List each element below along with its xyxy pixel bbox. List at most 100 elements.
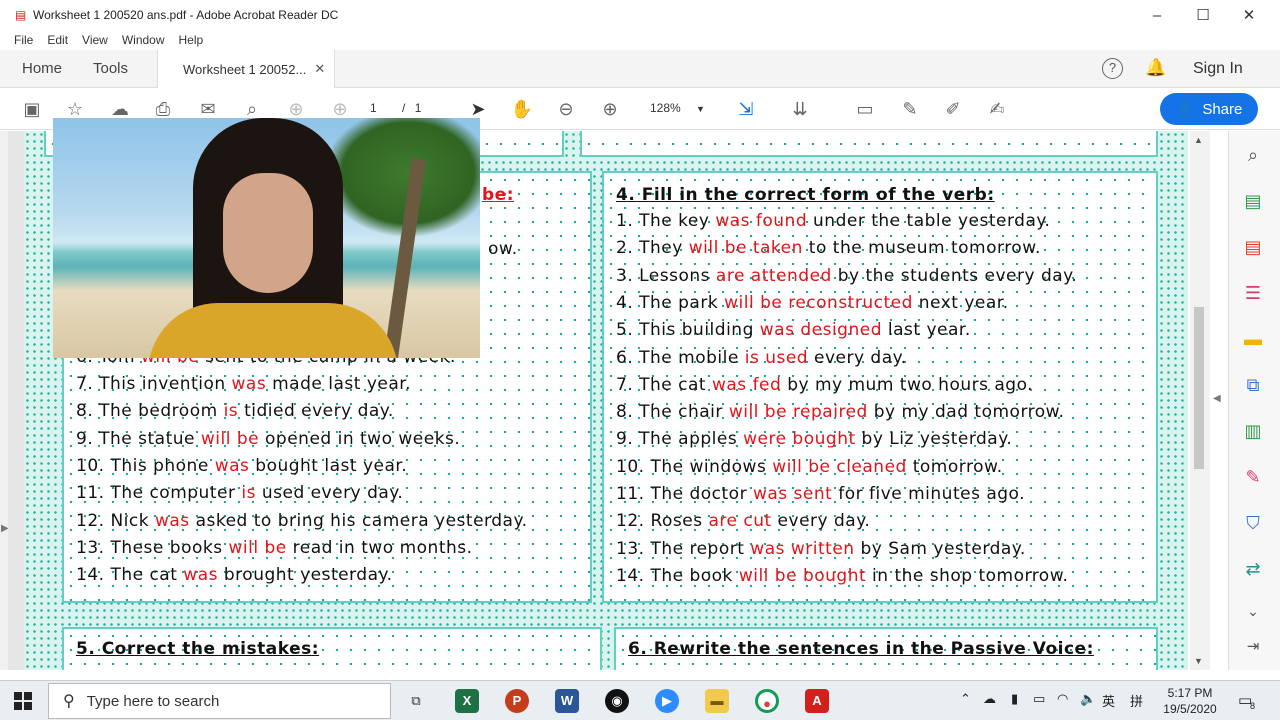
page-indicator[interactable]: 1 / 1 <box>370 101 421 115</box>
zoom-select[interactable]: 128% ▼ <box>650 101 705 115</box>
comment-tool-icon[interactable]: ▬ <box>1241 327 1265 351</box>
zoom-app-icon[interactable]: ▶ <box>655 689 679 713</box>
network-icon[interactable]: ▭ <box>1033 691 1045 707</box>
sentence-text: by my dad tomorrow. <box>867 402 1065 423</box>
help-icon[interactable]: ? <box>1102 58 1123 79</box>
answer-text: will be <box>228 537 287 558</box>
sentence-text: every day. <box>771 511 871 532</box>
left-panel-gutter: ▶ <box>0 131 9 670</box>
file-explorer-icon[interactable]: ▬ <box>705 689 729 713</box>
answer-text: is used <box>744 347 809 368</box>
onedrive-cloud-icon[interactable]: ☁ <box>983 691 996 707</box>
menu-view[interactable]: View <box>82 33 108 47</box>
highlight-pen-icon[interactable]: ✎ <box>898 97 922 121</box>
exercise-4-line: 11. The doctor was sent for five minutes… <box>616 484 1025 504</box>
sentence-text: by my mum two hours ago. <box>781 374 1034 395</box>
sentence-text: 7. This invention <box>76 374 232 394</box>
share-button[interactable]: 👤 Share <box>1160 93 1258 125</box>
close-window-button[interactable]: ✕ <box>1226 0 1272 30</box>
exercise-4-line: 8. The chair will be repaired by my dad … <box>616 402 1064 422</box>
notification-bell-icon[interactable]: 🔔 <box>1145 58 1166 78</box>
comment-icon[interactable]: ▭ <box>853 97 877 121</box>
fit-page-icon[interactable]: ⇲ <box>734 97 758 121</box>
sentence-text: 4. The park <box>616 292 725 313</box>
sentence-text: 11. The computer <box>76 483 242 504</box>
exercise-3-line: 8. The bedroom is tidied every day. <box>76 401 394 421</box>
sentence-text: 6. The mobile <box>616 347 745 368</box>
wifi-icon[interactable]: ◠ <box>1057 691 1068 707</box>
task-view-icon[interactable]: ⧉ <box>404 689 428 713</box>
zoom-search-icon[interactable]: ⌕ <box>1241 143 1265 167</box>
save-icon[interactable]: ▣ <box>20 97 44 121</box>
menu-help[interactable]: Help <box>179 33 204 47</box>
hand-tool-icon[interactable]: ✋ <box>510 97 534 121</box>
tab-document[interactable]: Worksheet 1 20052... ✕ <box>157 50 335 88</box>
scroll-down-icon[interactable]: ▼ <box>1194 656 1203 666</box>
scroll-up-icon[interactable]: ▲ <box>1194 135 1203 145</box>
create-pdf-icon[interactable]: ▤ <box>1241 235 1265 259</box>
chrome-icon[interactable]: ● <box>755 689 779 713</box>
ime-mode-icon[interactable]: 拼 <box>1130 691 1143 710</box>
answer-text: are attended <box>715 265 832 286</box>
collapse-panel-icon[interactable]: ⇥ <box>1241 635 1265 659</box>
exercise-4-box: 4. Fill in the correct form of the verb:… <box>602 171 1158 603</box>
combine-files-icon[interactable]: ⧉ <box>1241 373 1265 397</box>
sentence-text: read in two months. <box>286 537 473 558</box>
volume-icon[interactable]: 🔈 <box>1080 691 1096 707</box>
ime-language-indicator[interactable]: 英 <box>1102 691 1115 710</box>
collapse-right-panel-icon[interactable]: ◀ <box>1213 393 1221 404</box>
answer-text: was fed <box>711 374 782 395</box>
send-for-review-icon[interactable]: ⇄ <box>1241 557 1265 581</box>
compress-pdf-icon[interactable]: ▥ <box>1241 419 1265 443</box>
page-current[interactable]: 1 <box>370 101 377 115</box>
zoom-in-icon[interactable]: ⊕ <box>598 97 622 121</box>
powerpoint-icon[interactable]: P <box>505 689 529 713</box>
sentence-text: by the students every day. <box>831 265 1078 286</box>
scrollbar-thumb[interactable] <box>1194 307 1204 469</box>
exercise-4-line: 4. The park will be reconstructed next y… <box>616 293 1009 313</box>
github-icon[interactable]: ◉ <box>605 689 629 713</box>
chevron-down-icon: ▼ <box>696 104 705 114</box>
scroll-mode-icon[interactable]: ⇊ <box>788 97 812 121</box>
export-pdf-icon[interactable]: ▤ <box>1241 189 1265 213</box>
answer-text: will be taken <box>688 238 803 259</box>
sign-in-link[interactable]: Sign In <box>1193 60 1243 78</box>
excel-icon[interactable]: X <box>455 689 479 713</box>
zoom-value: 128% <box>650 101 681 115</box>
minimize-button[interactable]: – <box>1134 0 1180 30</box>
tab-home[interactable]: Home <box>22 60 62 77</box>
maximize-button[interactable]: ☐ <box>1180 0 1226 30</box>
battery-icon[interactable]: ▮ <box>1011 691 1018 707</box>
tab-tools[interactable]: Tools <box>93 60 128 77</box>
sentence-text: 2. They <box>616 238 689 259</box>
sentence-text: to the museum tomorrow. <box>802 238 1041 259</box>
word-icon[interactable]: W <box>555 689 579 713</box>
draw-icon[interactable]: ✐ <box>941 97 965 121</box>
acrobat-taskbar-icon[interactable]: A <box>805 689 829 713</box>
menu-edit[interactable]: Edit <box>47 33 68 47</box>
close-tab-icon[interactable]: ✕ <box>314 61 325 77</box>
sentence-text: 1. The key <box>616 211 716 231</box>
menu-window[interactable]: Window <box>122 33 165 47</box>
answer-text: will be bought <box>738 565 867 586</box>
answer-text: was sent <box>752 484 833 504</box>
windows-start-icon[interactable] <box>14 692 32 710</box>
sentence-text: 9. The apples <box>616 429 744 450</box>
sentence-text: opened in two weeks. <box>259 428 461 449</box>
fill-sign-icon[interactable]: ✍ <box>985 97 1009 121</box>
zoom-out-icon[interactable]: ⊖ <box>554 97 578 121</box>
exercise-4-line: 9. The apples were bought by Liz yesterd… <box>616 429 1012 449</box>
exercise-4-line: 2. They will be taken to the museum tomo… <box>616 238 1041 258</box>
vertical-scrollbar[interactable]: ▲ ▼ <box>1190 131 1210 670</box>
tray-chevron-up-icon[interactable]: ⌃ <box>960 691 971 707</box>
taskbar-search-box[interactable]: ⚲ Type here to search <box>48 683 391 719</box>
fill-sign-tool-icon[interactable]: ✎ <box>1241 465 1265 489</box>
menu-file[interactable]: File <box>14 33 33 47</box>
protect-shield-icon[interactable]: ⛉ <box>1241 511 1265 535</box>
answer-text: were bought <box>743 429 856 450</box>
more-tools-chevron-icon[interactable]: ⌄ <box>1241 599 1265 623</box>
sentence-text: 8. The chair <box>616 402 729 423</box>
organize-pages-icon[interactable]: ☰ <box>1241 281 1265 305</box>
exercise-3-heading-partial: be: <box>482 185 514 205</box>
taskbar-clock[interactable]: 5:17 PM 19/5/2020 <box>1158 685 1222 717</box>
